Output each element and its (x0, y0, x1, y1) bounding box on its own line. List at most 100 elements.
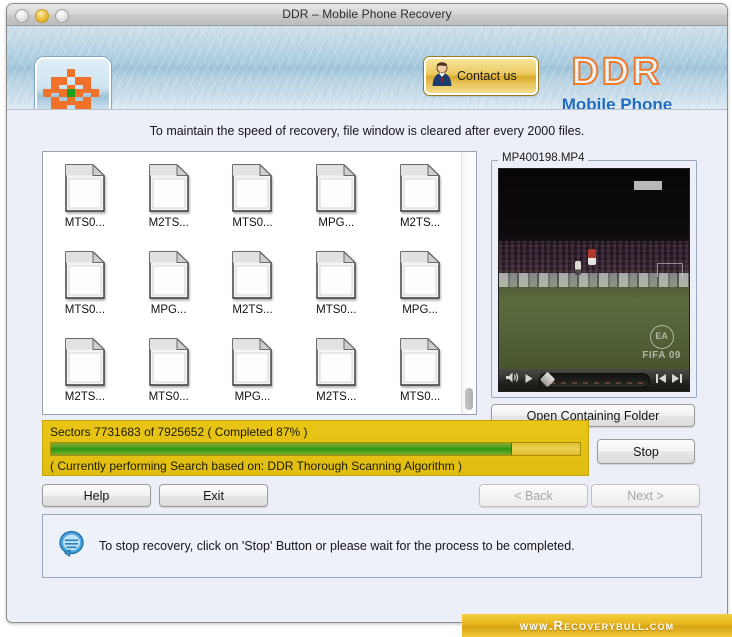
help-button[interactable]: Help (42, 484, 151, 507)
file-item[interactable]: M2TS... (294, 337, 378, 414)
file-item-label: MTS0... (316, 304, 357, 316)
file-list-panel[interactable]: MTS0... M2TS... MTS0... MPG... M2TS... MTS0..… (42, 151, 477, 415)
document-file-icon (232, 250, 273, 299)
file-item[interactable]: MTS0... (43, 163, 127, 251)
step-back-button[interactable] (655, 371, 667, 389)
document-file-icon (400, 163, 441, 212)
goal-net (657, 263, 684, 277)
window-frame: DDR – Mobile Phone Recovery Contact us D… (6, 3, 728, 623)
file-item-label: MPG... (234, 391, 271, 403)
document-file-icon (65, 163, 106, 212)
header-banner: Contact us DDR Mobile Phone (7, 26, 727, 110)
brand-subtitle: Mobile Phone (561, 95, 673, 110)
scrub-ticks (550, 381, 643, 384)
stop-button[interactable]: Stop (597, 439, 695, 464)
file-row: MTS0... MPG... M2TS... MTS0... MPG... (43, 250, 462, 338)
document-file-icon (148, 337, 189, 386)
status-info-box: To stop recovery, click on 'Stop' Button… (42, 514, 702, 578)
player-white (575, 261, 581, 275)
file-item[interactable]: MTS0... (378, 337, 462, 414)
video-preview[interactable]: EA FIFA 09 (499, 169, 689, 369)
progress-sectors-text: Sectors 7731683 of 7925652 ( Completed 8… (50, 425, 308, 439)
file-item-label: MTS0... (232, 217, 273, 229)
preview-group: MP400198.MP4 EA FIFA 09 (491, 152, 697, 398)
next-button: Next > (591, 484, 700, 507)
progress-bar-fill (51, 443, 513, 455)
player-red (588, 249, 597, 265)
document-file-icon (232, 163, 273, 212)
volume-icon[interactable] (505, 371, 520, 389)
ddr-app-icon (35, 57, 111, 109)
brand-title: DDR (570, 51, 663, 93)
media-player-bar (499, 369, 689, 391)
file-item-label: MPG... (318, 217, 355, 229)
file-item[interactable]: M2TS... (127, 163, 211, 251)
file-item[interactable]: MTS0... (211, 163, 295, 251)
file-item-label: M2TS... (316, 391, 357, 403)
file-list-scrollbar[interactable] (461, 152, 476, 414)
progress-bar (50, 442, 581, 456)
preview-filename: MP400198.MP4 (498, 152, 589, 164)
file-item-label: MTS0... (64, 304, 106, 316)
notice-text: To maintain the speed of recovery, file … (149, 124, 585, 138)
contact-us-label: Contact us (457, 69, 517, 83)
file-item-label: MTS0... (399, 391, 441, 403)
file-item-label: MPG... (402, 304, 438, 316)
file-item[interactable]: MTS0... (294, 250, 378, 338)
file-item-label: MTS0... (148, 391, 189, 403)
status-message: To stop recovery, click on 'Stop' Button… (99, 539, 575, 553)
game-watermark: EA FIFA 09 (642, 325, 681, 361)
scrub-handle[interactable] (539, 371, 556, 387)
document-file-icon (148, 250, 189, 299)
progress-panel: Sectors 7731683 of 7925652 ( Completed 8… (42, 420, 589, 476)
file-item[interactable]: M2TS... (378, 163, 462, 251)
file-item[interactable]: MPG... (211, 337, 295, 414)
file-item-label: M2TS... (64, 391, 106, 403)
file-item-label: M2TS... (232, 304, 273, 316)
preview-frame: EA FIFA 09 (498, 168, 690, 392)
file-item[interactable]: MTS0... (43, 250, 127, 338)
person-icon (430, 61, 454, 92)
score-overlay (634, 181, 663, 190)
application-window: DDR – Mobile Phone Recovery Contact us D… (0, 0, 732, 637)
ea-logo: EA (649, 325, 674, 349)
file-item[interactable]: MPG... (294, 163, 378, 251)
document-file-icon (65, 250, 106, 299)
document-file-icon (316, 337, 357, 386)
file-item[interactable]: M2TS... (43, 337, 127, 414)
file-row: M2TS... MTS0... MPG... M2TS... MTS0... (43, 337, 462, 414)
contact-us-button[interactable]: Contact us (424, 57, 538, 95)
document-file-icon (400, 250, 441, 299)
document-file-icon (400, 337, 441, 386)
file-item-label: MPG... (150, 304, 187, 316)
document-file-icon (232, 337, 273, 386)
document-file-icon (316, 163, 357, 212)
file-grid: MTS0... M2TS... MTS0... MPG... M2TS... MTS0..… (43, 152, 462, 414)
file-item-label: MTS0... (64, 217, 106, 229)
file-item-label: M2TS... (399, 217, 441, 229)
step-forward-button[interactable] (671, 371, 683, 389)
back-button: < Back (479, 484, 588, 507)
watermark-text: www.Recoverybull.com (519, 618, 675, 633)
checker-starburst-icon (43, 69, 99, 109)
file-item[interactable]: MTS0... (127, 337, 211, 414)
exit-button[interactable]: Exit (159, 484, 268, 507)
progress-algorithm-text: ( Currently performing Search based on: … (50, 459, 462, 473)
file-item[interactable]: M2TS... (211, 250, 295, 338)
window-title: DDR – Mobile Phone Recovery (282, 7, 452, 21)
footer-watermark: www.Recoverybull.com (462, 614, 732, 637)
document-file-icon (65, 337, 106, 386)
main-content: To maintain the speed of recovery, file … (7, 110, 727, 622)
title-bar: DDR – Mobile Phone Recovery (7, 4, 727, 26)
speech-bubble-icon (57, 529, 87, 564)
document-file-icon (148, 163, 189, 212)
file-row: MTS0... M2TS... MTS0... MPG... M2TS... (43, 163, 462, 251)
scrollbar-thumb[interactable] (465, 388, 473, 410)
brand-logo: DDR Mobile Phone (527, 51, 707, 110)
play-button[interactable] (524, 371, 534, 389)
file-item[interactable]: MPG... (127, 250, 211, 338)
file-item[interactable]: MPG... (378, 250, 462, 338)
file-item-label: M2TS... (148, 217, 189, 229)
scrub-track[interactable] (539, 371, 650, 388)
document-file-icon (316, 250, 357, 299)
